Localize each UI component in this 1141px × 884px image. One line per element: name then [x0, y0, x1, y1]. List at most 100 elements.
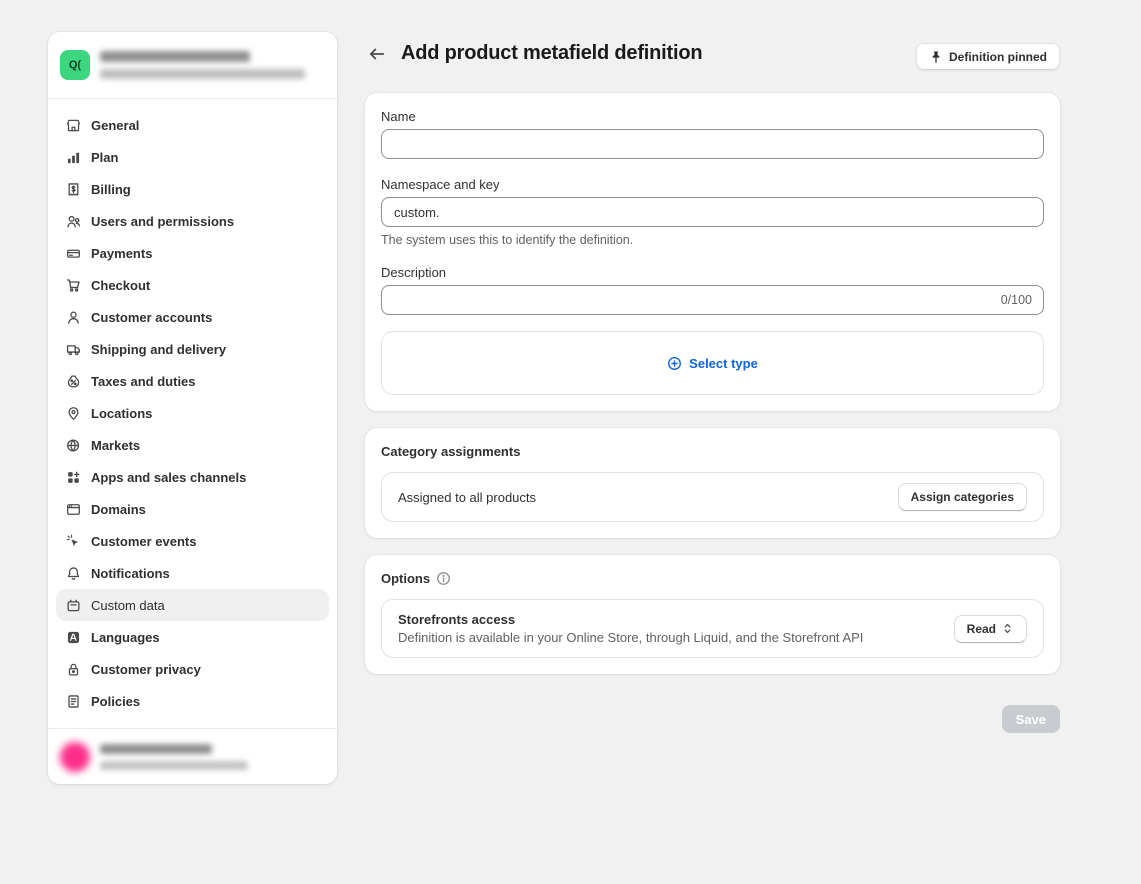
- sidebar-item-custom-data[interactable]: Custom data: [56, 589, 329, 621]
- tax-bag-icon: [66, 374, 81, 389]
- cart-icon: [66, 278, 81, 293]
- storefronts-access-value: Read: [967, 622, 996, 636]
- sidebar-item-label: Checkout: [91, 278, 150, 293]
- sidebar-item-label: Shipping and delivery: [91, 342, 226, 357]
- user-footer[interactable]: [48, 728, 337, 784]
- sidebar-item-checkout[interactable]: Checkout: [56, 269, 329, 301]
- globe-icon: [66, 438, 81, 453]
- info-icon[interactable]: [436, 571, 451, 586]
- store-name-redacted: [100, 51, 250, 62]
- cursor-click-icon: [66, 534, 81, 549]
- map-pin-icon: [66, 406, 81, 421]
- data-drawer-icon: [66, 598, 81, 613]
- name-label: Name: [381, 109, 1044, 124]
- sidebar-item-label: Policies: [91, 694, 140, 709]
- save-button[interactable]: Save: [1002, 705, 1060, 733]
- storefronts-access-description: Definition is available in your Online S…: [398, 630, 863, 645]
- sidebar-item-label: Apps and sales channels: [91, 470, 246, 485]
- user-avatar: [60, 742, 90, 772]
- namespace-help-text: The system uses this to identify the def…: [381, 233, 1044, 247]
- users-icon: [66, 214, 81, 229]
- sidebar-item-label: General: [91, 118, 139, 133]
- caret-updown-icon: [1001, 622, 1014, 635]
- select-type-button[interactable]: Select type: [381, 331, 1044, 395]
- sidebar-item-label: Payments: [91, 246, 152, 261]
- assign-categories-label: Assign categories: [911, 490, 1014, 504]
- document-icon: [66, 694, 81, 709]
- options-card: Options Storefronts access Definition is…: [365, 555, 1060, 674]
- sidebar-item-label: Markets: [91, 438, 140, 453]
- sidebar-item-label: Notifications: [91, 566, 170, 581]
- settings-nav: General Plan Billing Users and permissio…: [48, 99, 337, 728]
- sidebar-item-label: Users and permissions: [91, 214, 234, 229]
- sidebar-item-label: Plan: [91, 150, 118, 165]
- store-header[interactable]: Q(: [48, 32, 337, 99]
- sidebar-item-general[interactable]: General: [56, 109, 329, 141]
- storefronts-access-select[interactable]: Read: [954, 615, 1027, 643]
- category-status-text: Assigned to all products: [398, 490, 536, 505]
- sidebar-item-languages[interactable]: Languages: [56, 621, 329, 653]
- category-assignment-row: Assigned to all products Assign categori…: [381, 472, 1044, 522]
- sidebar-item-locations[interactable]: Locations: [56, 397, 329, 429]
- sidebar-item-policies[interactable]: Policies: [56, 685, 329, 717]
- sidebar-item-label: Customer accounts: [91, 310, 212, 325]
- apps-grid-icon: [66, 470, 81, 485]
- sidebar-item-customer-events[interactable]: Customer events: [56, 525, 329, 557]
- sidebar-item-label: Custom data: [91, 598, 165, 613]
- sidebar-item-notifications[interactable]: Notifications: [56, 557, 329, 589]
- description-input[interactable]: [381, 285, 1044, 315]
- description-label: Description: [381, 265, 1044, 280]
- translate-icon: [66, 630, 81, 645]
- sidebar-item-apps-sales-channels[interactable]: Apps and sales channels: [56, 461, 329, 493]
- name-input[interactable]: [381, 129, 1044, 159]
- sidebar-item-label: Domains: [91, 502, 146, 517]
- sidebar-item-markets[interactable]: Markets: [56, 429, 329, 461]
- store-avatar: Q(: [60, 50, 90, 80]
- select-type-label: Select type: [689, 356, 758, 371]
- sidebar-item-customer-accounts[interactable]: Customer accounts: [56, 301, 329, 333]
- assign-categories-button[interactable]: Assign categories: [898, 483, 1027, 511]
- sidebar-item-label: Customer events: [91, 534, 196, 549]
- definition-pinned-button[interactable]: Definition pinned: [916, 43, 1060, 70]
- user-email-redacted: [100, 761, 248, 770]
- payment-card-icon: [66, 246, 81, 261]
- sidebar-item-label: Customer privacy: [91, 662, 201, 677]
- sidebar-item-label: Taxes and duties: [91, 374, 196, 389]
- settings-sidebar: Q( General Plan Billing Users and permis…: [48, 32, 337, 784]
- sidebar-item-customer-privacy[interactable]: Customer privacy: [56, 653, 329, 685]
- page-title: Add product metafield definition: [401, 42, 702, 65]
- definition-form-card: Name Namespace and key The system uses t…: [365, 93, 1060, 411]
- storefronts-access-title: Storefronts access: [398, 612, 863, 627]
- sidebar-item-taxes-duties[interactable]: Taxes and duties: [56, 365, 329, 397]
- receipt-icon: [66, 182, 81, 197]
- sidebar-item-plan[interactable]: Plan: [56, 141, 329, 173]
- storefronts-access-row: Storefronts access Definition is availab…: [381, 599, 1044, 658]
- sidebar-item-label: Languages: [91, 630, 160, 645]
- back-arrow-icon: [368, 45, 386, 63]
- plan-chart-icon: [66, 150, 81, 165]
- sidebar-item-billing[interactable]: Billing: [56, 173, 329, 205]
- sidebar-item-label: Locations: [91, 406, 152, 421]
- browser-icon: [66, 502, 81, 517]
- user-name-redacted: [100, 744, 212, 754]
- truck-icon: [66, 342, 81, 357]
- sidebar-item-label: Billing: [91, 182, 131, 197]
- storefront-icon: [66, 118, 81, 133]
- category-assignments-card: Category assignments Assigned to all pro…: [365, 428, 1060, 538]
- category-assignments-heading: Category assignments: [381, 444, 1044, 459]
- bell-icon: [66, 566, 81, 581]
- namespace-key-label: Namespace and key: [381, 177, 1044, 192]
- lock-icon: [66, 662, 81, 677]
- sidebar-item-domains[interactable]: Domains: [56, 493, 329, 525]
- definition-pinned-label: Definition pinned: [949, 50, 1047, 64]
- person-icon: [66, 310, 81, 325]
- namespace-key-input[interactable]: [381, 197, 1044, 227]
- sidebar-item-users-permissions[interactable]: Users and permissions: [56, 205, 329, 237]
- sidebar-item-payments[interactable]: Payments: [56, 237, 329, 269]
- plus-circle-icon: [667, 356, 682, 371]
- sidebar-item-shipping-delivery[interactable]: Shipping and delivery: [56, 333, 329, 365]
- options-heading: Options: [381, 571, 430, 586]
- back-button[interactable]: [366, 43, 388, 65]
- store-domain-redacted: [100, 69, 305, 79]
- description-char-counter: 0/100: [1001, 293, 1032, 307]
